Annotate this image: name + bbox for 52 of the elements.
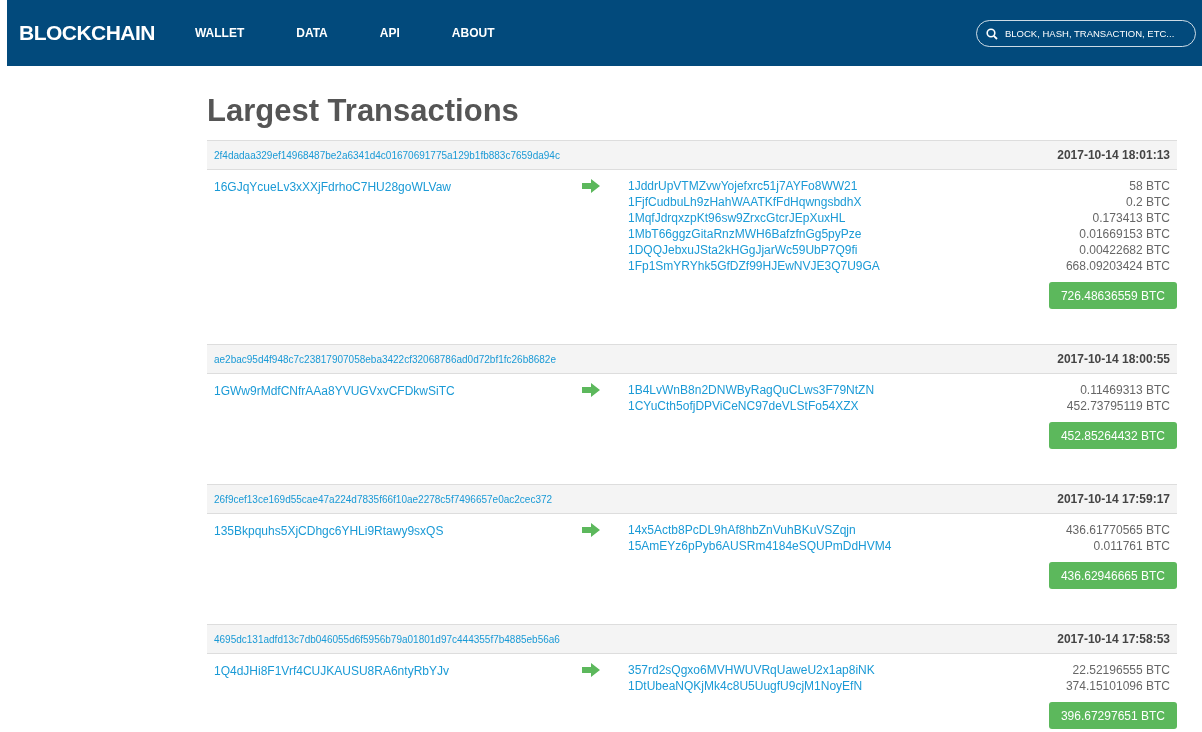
input-address-link[interactable]: 135Bkpquhs5XjCDhgc6YHLi9Rtawy9sxQS	[214, 524, 444, 538]
total-amount-button[interactable]: 436.62946665 BTC	[1048, 562, 1177, 589]
search-icon	[986, 27, 998, 40]
output-amount: 0.00422682 BTC	[1079, 242, 1170, 258]
total-amount-button[interactable]: 726.48636559 BTC	[1048, 282, 1177, 309]
output-address-link[interactable]: 1MbT66ggzGitaRnzMWH6BafzfnGg5pyPze	[628, 226, 862, 242]
page-title: Largest Transactions	[207, 92, 520, 130]
output-amount: 452.73795119 BTC	[1066, 398, 1170, 414]
output-address-link[interactable]: 1JddrUpVTMZvwYojefxrc51j7AYFo8WW21	[628, 178, 858, 194]
output-amount: 58 BTC	[1129, 178, 1170, 194]
search-field[interactable]: BLOCK, HASH, TRANSACTION, ETC...	[976, 19, 1196, 47]
output-address-link[interactable]: 1B4LvWnB8n2DNWByRagQuCLws3F79NtZN	[628, 382, 875, 398]
nav-link[interactable]: WALLET	[194, 24, 245, 42]
input-address-link[interactable]: 16GJqYcueLv3xXXjFdrhoC7HU28goWLVaw	[214, 180, 451, 194]
output-amount: 0.011761 BTC	[1093, 538, 1170, 554]
output-address-link[interactable]: 1DtUbeaNQKjMk4c8U5UugfU9cjM1NoyEfN	[628, 678, 863, 694]
transaction-time: 2017-10-14 17:58:53	[1057, 631, 1170, 648]
output-address-link[interactable]: 1DQQJebxuJSta2kHGgJjarWc59UbP7Q9fi	[628, 242, 858, 258]
input-address-link[interactable]: 1Q4dJHi8F1Vrf4CUJKAUSU8RA6ntyRbYJv	[214, 664, 449, 678]
output-amount: 0.01669153 BTC	[1079, 226, 1170, 242]
output-amount: 0.11469313 BTC	[1080, 382, 1170, 398]
arrow-right-icon	[582, 383, 600, 397]
nav-link[interactable]: API	[379, 24, 400, 42]
output-amount: 0.173413 BTC	[1092, 210, 1170, 226]
output-address-link[interactable]: 14x5Actb8PcDL9hAf8hbZnVuhBKuVSZqjn	[628, 522, 856, 538]
arrow-right-icon	[582, 523, 600, 537]
arrow-right-icon	[582, 179, 600, 193]
transaction-time: 2017-10-14 17:59:17	[1057, 491, 1170, 508]
transaction-time: 2017-10-14 18:01:13	[1057, 147, 1170, 164]
output-address-link[interactable]: 15AmEYz6pPyb6AUSRm4184eSQUPmDdHVM4	[628, 538, 892, 554]
nav-link[interactable]: DATA	[296, 24, 328, 42]
output-amount: 668.09203424 BTC	[1065, 258, 1170, 274]
output-address-link[interactable]: 1Fp1SmYRYhk5GfDZf99HJEwNVJE3Q7U9GA	[628, 258, 880, 274]
transaction-hash-link[interactable]: 26f9cef13ce169d55cae47a224d7835f66f10ae2278c5f7496657e0ac2cec372	[214, 491, 553, 507]
output-amount: 436.61770565 BTC	[1065, 522, 1170, 538]
total-amount-button[interactable]: 396.67297651 BTC	[1048, 702, 1177, 729]
logo[interactable]: BLOCKCHAIN	[19, 17, 155, 49]
output-amount: 0.2 BTC	[1126, 194, 1170, 210]
output-address-link[interactable]: 357rd2sQgxo6MVHWUVRqUaweU2x1ap8iNK	[628, 662, 875, 678]
output-amount: 22.52196555 BTC	[1072, 662, 1170, 678]
output-address-link[interactable]: 1FjfCudbuLh9zHahWAATKfFdHqwngsbdhX	[628, 194, 862, 210]
arrow-right-icon	[582, 663, 600, 677]
transaction-hash-link[interactable]: ae2bac95d4f948c7c23817907058eba3422cf32068786ad0d72bf1fc26b8682e	[214, 351, 556, 367]
output-address-link[interactable]: 1MqfJdrqxzpKt96sw9ZrxcGtcrJEpXuxHL	[628, 210, 846, 226]
input-address-link[interactable]: 1GWw9rMdfCNfrAAa8YVUGVxvCFDkwSiTC	[214, 384, 455, 398]
transaction-time: 2017-10-14 18:00:55	[1057, 351, 1170, 368]
nav-link[interactable]: ABOUT	[451, 24, 495, 42]
output-amount: 374.15101096 BTC	[1065, 678, 1170, 694]
transaction-hash-link[interactable]: 2f4dadaa329ef14968487be2a6341d4c01670691775a129b1fb883c7659da94c	[214, 147, 560, 163]
total-amount-button[interactable]: 452.85264432 BTC	[1048, 422, 1177, 449]
output-address-link[interactable]: 1CYuCth5ofjDPViCeNC97deVLStFo54XZX	[628, 398, 859, 414]
transaction-hash-link[interactable]: 4695dc131adfd13c7db046055d6f5956b79a01801d97c444355f7b4885eb56a6	[214, 631, 560, 647]
